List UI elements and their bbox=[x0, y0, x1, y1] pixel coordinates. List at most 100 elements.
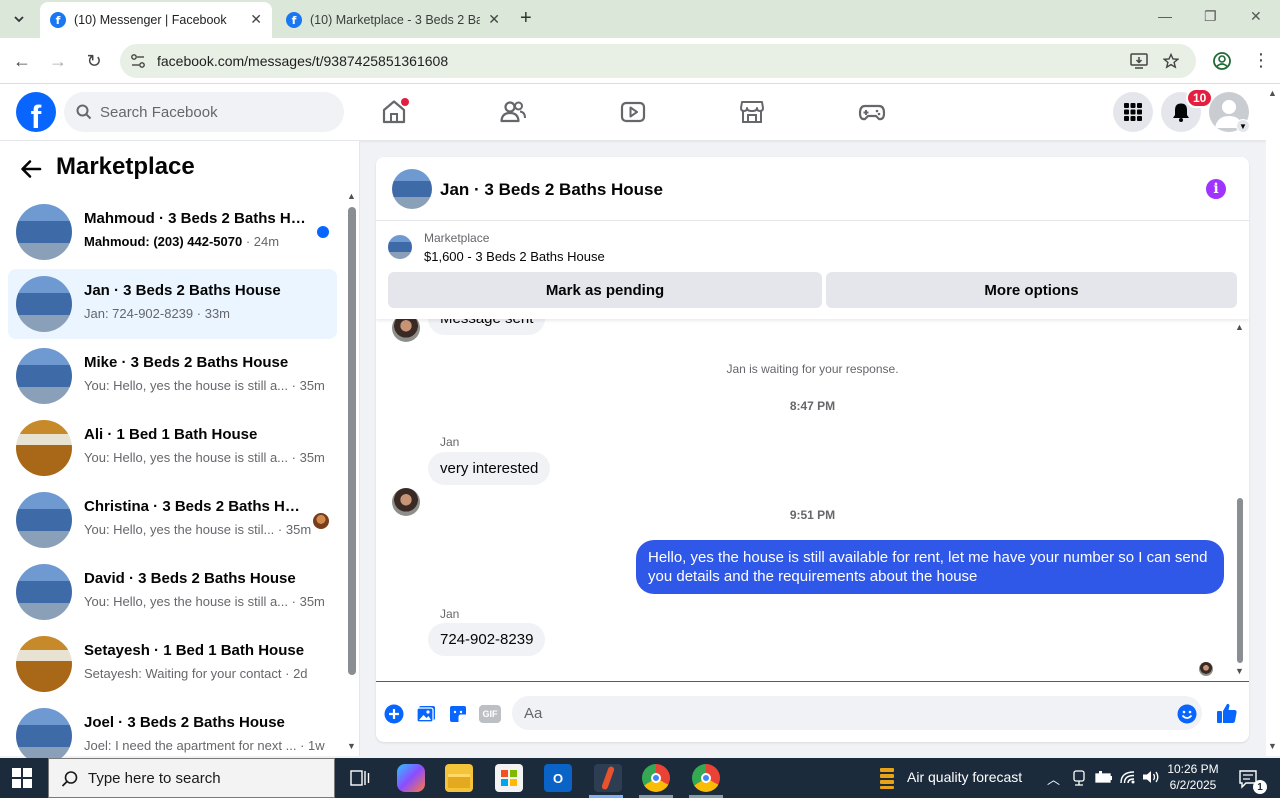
conversation-item[interactable]: Setayesh · 1 Bed 1 Bath House Setayesh: W… bbox=[8, 629, 337, 699]
sticker-icon[interactable] bbox=[448, 704, 468, 724]
facebook-search[interactable] bbox=[64, 92, 344, 132]
conversation-preview: You: Hello, yes the house is still a... bbox=[84, 594, 289, 609]
notification-count-badge: 1 bbox=[1253, 780, 1267, 794]
restore-icon[interactable]: ❐ bbox=[1204, 8, 1217, 25]
conversation-item[interactable]: Jan · 3 Beds 2 Baths House Jan: 724-902-8… bbox=[8, 269, 337, 339]
file-explorer-icon[interactable] bbox=[445, 764, 473, 792]
menu-grid-button[interactable] bbox=[1113, 92, 1153, 132]
tab-search-button[interactable] bbox=[6, 6, 32, 32]
conversation-item[interactable]: Ali · 1 Bed 1 Bath House You: Hello, yes … bbox=[8, 413, 337, 483]
info-icon[interactable]: i bbox=[1206, 179, 1226, 199]
browser-tab-marketplace[interactable]: f (10) Marketplace - 3 Beds 2 Bat ✕ bbox=[276, 2, 510, 38]
scroll-down-arrow-icon[interactable]: ▼ bbox=[347, 741, 356, 751]
minimize-icon[interactable]: — bbox=[1158, 8, 1172, 24]
battery-icon[interactable] bbox=[1095, 771, 1113, 784]
profile-icon[interactable] bbox=[1212, 51, 1232, 71]
message-bubble-incoming[interactable]: 724-902-8239 bbox=[428, 623, 546, 656]
back-icon[interactable]: ← bbox=[11, 50, 33, 72]
air-quality-icon[interactable] bbox=[877, 766, 897, 790]
site-info-icon[interactable] bbox=[130, 53, 146, 69]
scroll-down-arrow-icon[interactable]: ▼ bbox=[1235, 666, 1244, 676]
message-bubble-incoming[interactable]: very interested bbox=[428, 452, 551, 485]
friends-icon[interactable] bbox=[499, 98, 527, 126]
thumbs-up-icon[interactable] bbox=[1216, 702, 1238, 724]
listing-price-title[interactable]: $1,600 - 3 Beds 2 Baths House bbox=[424, 249, 605, 264]
forward-icon[interactable]: → bbox=[47, 50, 69, 72]
install-app-icon[interactable] bbox=[1130, 53, 1148, 69]
message-input[interactable] bbox=[512, 696, 1202, 730]
close-window-icon[interactable]: ✕ bbox=[1250, 8, 1262, 25]
snipping-tool-icon[interactable] bbox=[594, 764, 622, 792]
conversation-name: David · 3 Beds 2 Baths House bbox=[84, 570, 296, 587]
chat-listing-avatar[interactable] bbox=[392, 169, 432, 209]
panel-title: Marketplace bbox=[56, 153, 195, 180]
weather-widget[interactable]: Air quality forecast bbox=[907, 769, 1022, 785]
chat-title[interactable]: Jan · 3 Beds 2 Baths House bbox=[440, 180, 663, 200]
conversation-preview-line: Jan: 724-902-8239 · 33m bbox=[84, 306, 230, 321]
conversation-item[interactable]: David · 3 Beds 2 Baths House You: Hello, … bbox=[8, 557, 337, 627]
facebook-favicon-icon: f bbox=[50, 12, 66, 28]
browser-tab-messenger[interactable]: f (10) Messenger | Facebook ✕ bbox=[40, 2, 272, 38]
gif-icon[interactable]: GIF bbox=[479, 705, 501, 723]
back-arrow-icon[interactable] bbox=[20, 159, 42, 179]
reload-icon[interactable]: ↻ bbox=[83, 50, 105, 72]
conversation-preview-line: Mahmoud: (203) 442-5070 · 24m bbox=[84, 234, 279, 249]
conversation-time: 24m bbox=[253, 234, 280, 249]
bookmark-star-icon[interactable] bbox=[1163, 53, 1179, 69]
emoji-icon[interactable] bbox=[1177, 704, 1197, 724]
scroll-up-arrow-icon[interactable]: ▲ bbox=[1268, 88, 1277, 98]
close-tab-icon[interactable]: ✕ bbox=[250, 11, 262, 28]
conversation-name: Jan · 3 Beds 2 Baths House bbox=[84, 282, 281, 299]
taskbar-clock[interactable]: 10:26 PM 6/2/2025 bbox=[1160, 761, 1226, 793]
thread-scrollbar[interactable]: ▲ ▼ bbox=[1234, 322, 1246, 677]
search-input[interactable] bbox=[100, 92, 330, 132]
outlook-icon[interactable]: O bbox=[544, 764, 572, 792]
message-bubble-incoming[interactable]: Message sent bbox=[428, 319, 546, 335]
microsoft-store-icon[interactable] bbox=[495, 764, 523, 792]
scroll-down-arrow-icon[interactable]: ▼ bbox=[1268, 741, 1277, 751]
gaming-icon[interactable] bbox=[858, 98, 886, 126]
conversation-preview: Jan: 724-902-8239 bbox=[84, 306, 194, 321]
scroll-up-arrow-icon[interactable]: ▲ bbox=[347, 191, 356, 201]
plus-circle-icon[interactable] bbox=[384, 704, 404, 724]
message-bubble-outgoing[interactable]: Hello, yes the house is still available … bbox=[636, 540, 1224, 594]
new-tab-button[interactable]: + bbox=[520, 7, 532, 30]
account-caret-icon[interactable]: ▼ bbox=[1236, 119, 1250, 133]
jan-avatar[interactable] bbox=[392, 319, 420, 342]
scrollbar-thumb[interactable] bbox=[348, 207, 356, 675]
taskbar-search[interactable]: Type here to search bbox=[48, 758, 335, 798]
close-tab-icon[interactable]: ✕ bbox=[488, 11, 500, 28]
conversation-item[interactable]: Christina · 3 Beds 2 Baths Hou... You: He… bbox=[8, 485, 337, 555]
listing-thumbnail[interactable] bbox=[388, 235, 412, 259]
chrome-profile-icon[interactable] bbox=[692, 764, 720, 792]
facebook-header: f 10 ▼ bbox=[0, 84, 1266, 141]
facebook-logo[interactable]: f bbox=[16, 92, 56, 132]
sender-name: Jan bbox=[440, 607, 460, 621]
conversation-time: 1w bbox=[308, 738, 325, 753]
chrome-icon[interactable] bbox=[642, 764, 670, 792]
browser-menu-icon[interactable]: ⋮ bbox=[1252, 50, 1270, 71]
conversation-time: 33m bbox=[204, 306, 231, 321]
omnibox[interactable]: facebook.com/messages/t/9387425851361608 bbox=[120, 44, 1196, 78]
wifi-icon[interactable] bbox=[1120, 769, 1136, 785]
conversation-preview-line: You: Hello, yes the house is still a... … bbox=[84, 450, 325, 465]
more-options-button[interactable]: More options bbox=[826, 272, 1237, 308]
photo-icon[interactable] bbox=[416, 704, 436, 724]
tray-chevron-icon[interactable]: ︿ bbox=[1047, 769, 1060, 788]
video-icon[interactable] bbox=[619, 98, 647, 126]
scrollbar-thumb[interactable] bbox=[1237, 498, 1243, 663]
conversation-list-scrollbar[interactable]: ▲ ▼ bbox=[345, 191, 357, 756]
task-view-icon[interactable] bbox=[350, 769, 370, 787]
windows-start-icon[interactable] bbox=[12, 768, 32, 788]
volume-icon[interactable] bbox=[1142, 769, 1160, 785]
waiting-note: Jan is waiting for your response. bbox=[726, 362, 899, 376]
conversation-item[interactable]: Mike · 3 Beds 2 Baths House You: Hello, y… bbox=[8, 341, 337, 411]
scroll-up-arrow-icon[interactable]: ▲ bbox=[1235, 322, 1244, 332]
marketplace-icon[interactable] bbox=[738, 98, 766, 126]
copilot-icon[interactable] bbox=[397, 764, 425, 792]
home-notification-dot bbox=[401, 98, 409, 106]
mark-as-pending-button[interactable]: Mark as pending bbox=[388, 272, 822, 308]
conversation-item[interactable]: Mahmoud · 3 Beds 2 Baths Ho... Mahmoud: (… bbox=[8, 197, 337, 267]
meet-now-icon[interactable] bbox=[1072, 770, 1086, 786]
page-scrollbar[interactable]: ▲ ▼ bbox=[1266, 84, 1280, 756]
